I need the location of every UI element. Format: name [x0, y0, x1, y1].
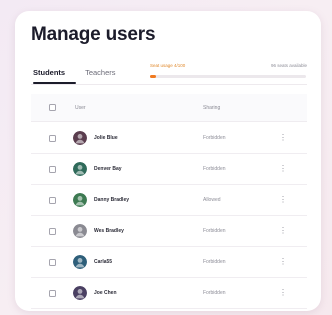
table-row[interactable]: Denver Bay Forbidden ⋮: [31, 154, 307, 185]
table-header: User Sharing: [31, 94, 307, 122]
seat-usage-label: Seat usage 4/100: [150, 63, 186, 68]
seat-usage-progress-fill: [150, 75, 157, 78]
table-row[interactable]: Wes Bradley Forbidden ⋮: [31, 216, 307, 247]
seats-available-label: 96 seats available: [270, 63, 307, 68]
user-name[interactable]: Joe Chen: [94, 290, 117, 296]
user-name[interactable]: Carla55: [94, 259, 112, 265]
sharing-status: Forbidden: [203, 135, 226, 141]
sharing-status: Forbidden: [203, 290, 226, 296]
table-row[interactable]: Carla55 Forbidden ⋮: [31, 247, 307, 278]
sharing-status: Forbidden: [203, 166, 226, 172]
row-checkbox[interactable]: [49, 258, 56, 266]
table-row[interactable]: Joe Chen Forbidden ⋮: [31, 278, 307, 309]
user-avatar-icon: [73, 286, 87, 300]
column-header-sharing: Sharing: [203, 104, 221, 111]
user-name[interactable]: Wes Bradley: [94, 228, 124, 234]
more-vertical-icon[interactable]: ⋮: [279, 196, 287, 204]
row-checkbox[interactable]: [49, 289, 56, 297]
table-row[interactable]: Jolie Blue Forbidden ⋮: [31, 123, 307, 154]
more-vertical-icon[interactable]: ⋮: [279, 165, 287, 173]
sharing-status: Forbidden: [203, 259, 226, 265]
more-vertical-icon[interactable]: ⋮: [279, 289, 287, 297]
user-avatar-icon: [73, 193, 87, 207]
seat-usage-progress-bar: [150, 75, 306, 78]
sharing-status: Allowed: [203, 197, 221, 203]
tab-bar: Students Teachers: [33, 68, 116, 77]
user-name[interactable]: Denver Bay: [94, 166, 122, 172]
more-vertical-icon[interactable]: ⋮: [279, 134, 287, 142]
more-vertical-icon[interactable]: ⋮: [279, 258, 287, 266]
user-avatar-icon: [73, 224, 87, 238]
column-header-user: User: [75, 104, 86, 111]
tab-teachers[interactable]: Teachers: [85, 68, 115, 77]
user-name[interactable]: Danny Bradley: [94, 197, 129, 203]
more-vertical-icon[interactable]: ⋮: [279, 227, 287, 235]
tabs-divider: [31, 84, 307, 85]
user-avatar-icon: [73, 255, 87, 269]
table-row[interactable]: Danny Bradley Allowed ⋮: [31, 185, 307, 216]
row-checkbox[interactable]: [49, 227, 56, 235]
page-title: Manage users: [31, 24, 156, 45]
user-avatar-icon: [73, 162, 87, 176]
select-all-checkbox[interactable]: [49, 104, 56, 111]
user-name[interactable]: Jolie Blue: [94, 135, 118, 141]
user-avatar-icon: [73, 131, 87, 145]
manage-users-card: Manage users Students Teachers Seat usag…: [15, 11, 321, 311]
row-checkbox[interactable]: [49, 196, 56, 204]
sharing-status: Forbidden: [203, 228, 226, 234]
tab-students[interactable]: Students: [33, 68, 65, 77]
row-checkbox[interactable]: [49, 165, 56, 173]
row-checkbox[interactable]: [49, 134, 56, 142]
